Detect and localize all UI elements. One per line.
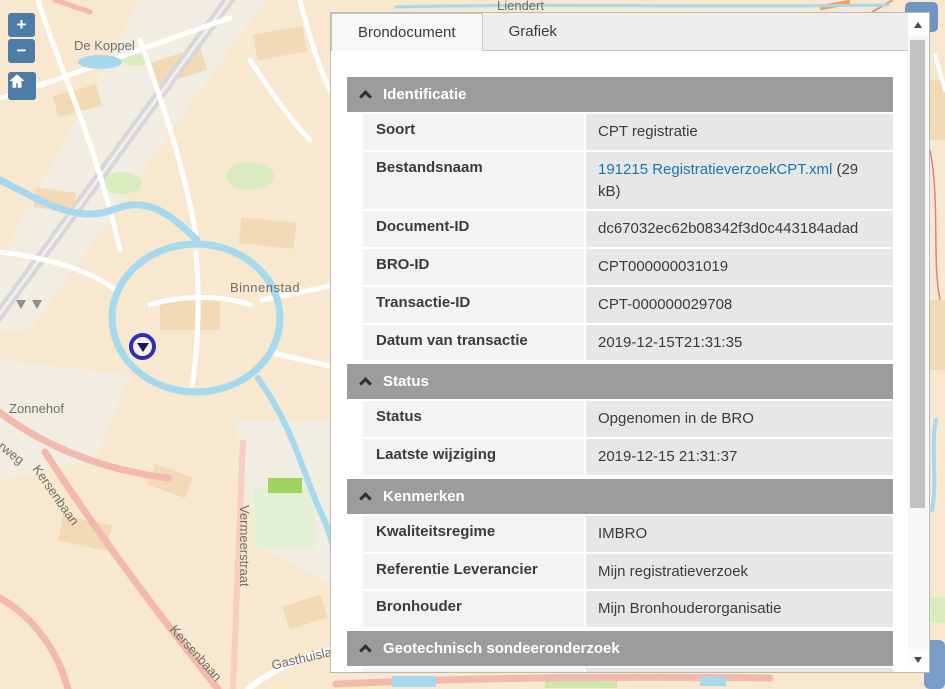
chevron-up-icon (359, 492, 372, 505)
table-row: Document-IDdc67032ec62b08342f3d0c443184a… (363, 211, 893, 247)
table-row: Datum van transactie2019-12-15T21:31:35 (363, 325, 893, 361)
table-row: Referentie LeverancierMijn registratieve… (363, 554, 893, 590)
row-value: IMBRO (586, 516, 893, 552)
table-row: BronhouderMijn Bronhouderorganisatie (363, 591, 893, 627)
row-value: CPT000000031019 (586, 249, 893, 285)
document-table: Identificatie SoortCPT registratieBestand… (331, 51, 908, 672)
section-title: Kenmerken (383, 488, 465, 505)
row-value: Mijn registratieverzoek (586, 554, 893, 590)
section-title: Status (383, 373, 429, 390)
table-row: Transactie-IDCPT-000000029708 (363, 287, 893, 323)
row-label: Document-ID (363, 211, 584, 247)
triangle-down-icon (137, 343, 149, 352)
row-label: Uitvoerder (363, 668, 584, 672)
home-icon (8, 72, 26, 90)
table-row: Uitvoerder50200097 (363, 668, 893, 672)
row-value: Opgenomen in de BRO (586, 401, 893, 437)
section-header[interactable]: Kenmerken (347, 479, 893, 514)
row-value: Mijn Bronhouderorganisatie (586, 591, 893, 627)
chevron-up-icon (359, 644, 372, 657)
table-row: Bestandsnaam191215 RegistratieverzoekCPT… (363, 152, 893, 210)
row-label: Laatste wijziging (363, 439, 584, 475)
row-label: Datum van transactie (363, 325, 584, 361)
tab-bar: Brondocument Grafiek (331, 13, 908, 51)
triangle-up-icon (914, 22, 922, 28)
minus-icon: − (17, 41, 27, 61)
bro-loket-viewer: Liendert De Koppel Binnenstad Zonnehof k… (0, 0, 945, 689)
row-label: Referentie Leverancier (363, 554, 584, 590)
chevron-up-icon (359, 377, 372, 390)
panel-scrollbar[interactable] (908, 14, 928, 671)
scrollbar-thumb[interactable] (910, 40, 925, 508)
row-value: 50200097 (586, 668, 893, 672)
section-title: Geotechnisch sondeeronderzoek (383, 640, 620, 657)
table-row: Laatste wijziging2019-12-15 21:31:37 (363, 439, 893, 475)
row-label: Status (363, 401, 584, 437)
row-value: 2019-12-15T21:31:35 (586, 325, 893, 361)
section-header[interactable]: Geotechnisch sondeeronderzoek (347, 631, 893, 666)
table-row: KwaliteitsregimeIMBRO (363, 516, 893, 552)
row-label: Bronhouder (363, 591, 584, 627)
cpt-marker-icon[interactable] (16, 300, 26, 309)
row-value: CPT-000000029708 (586, 287, 893, 323)
table-row: StatusOpgenomen in de BRO (363, 401, 893, 437)
row-value: dc67032ec62b08342f3d0c443184adad (586, 211, 893, 247)
selected-cpt-marker-icon[interactable] (129, 333, 156, 360)
cpt-marker-icon[interactable] (32, 300, 42, 309)
scroll-up-button[interactable] (908, 14, 928, 36)
zoom-in-button[interactable]: + (8, 13, 35, 37)
triangle-down-icon (914, 657, 922, 663)
tab-grafiek[interactable]: Grafiek (483, 13, 583, 51)
section-title: Identificatie (383, 86, 466, 103)
tab-brondocument[interactable]: Brondocument (331, 13, 483, 52)
section-header[interactable]: Status (347, 364, 893, 399)
plus-icon: + (17, 15, 27, 35)
row-label: BRO-ID (363, 249, 584, 285)
row-label: Bestandsnaam (363, 152, 584, 210)
scroll-down-button[interactable] (908, 649, 928, 671)
detail-panel: Brondocument Grafiek IdentificatieSoortC… (330, 12, 930, 673)
file-link[interactable]: 191215 RegistratieverzoekCPT.xml (598, 161, 832, 178)
row-value: 2019-12-15 21:31:37 (586, 439, 893, 475)
chevron-up-icon (359, 90, 372, 103)
row-label: Transactie-ID (363, 287, 584, 323)
row-label: Kwaliteitsregime (363, 516, 584, 552)
home-button[interactable] (8, 72, 36, 100)
section-header[interactable]: Identificatie (347, 77, 893, 112)
row-label: Soort (363, 114, 584, 150)
row-value: CPT registratie (586, 114, 893, 150)
zoom-out-button[interactable]: − (8, 39, 35, 63)
table-row: BRO-IDCPT000000031019 (363, 249, 893, 285)
table-row: SoortCPT registratie (363, 114, 893, 150)
row-value: 191215 RegistratieverzoekCPT.xml (29 kB) (586, 152, 893, 210)
